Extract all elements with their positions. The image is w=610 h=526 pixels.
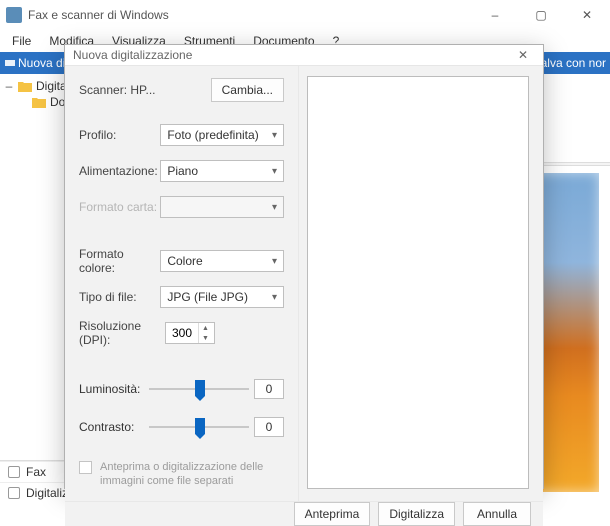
expander-icon[interactable]: –	[4, 79, 14, 93]
tab-label: Fax	[26, 465, 46, 479]
scan-preview-box[interactable]	[307, 76, 529, 489]
dpi-label: Risoluzione (DPI):	[79, 319, 165, 347]
menu-file[interactable]: File	[4, 32, 39, 50]
brightness-label: Luminosità:	[79, 382, 149, 396]
maximize-button[interactable]: ▢	[518, 0, 564, 30]
brightness-slider[interactable]	[149, 379, 249, 399]
spinner-down-icon[interactable]: ▼	[199, 333, 212, 343]
source-label: Alimentazione:	[79, 164, 160, 178]
separate-files-label: Anteprima o digitalizzazione delle immag…	[100, 460, 284, 489]
spinner-up-icon[interactable]: ▲	[199, 323, 212, 333]
paper-label: Formato carta:	[79, 200, 160, 214]
color-format-label: Formato colore:	[79, 247, 160, 275]
profile-combo[interactable]: Foto (predefinita) ▾	[160, 124, 284, 146]
folder-icon	[18, 80, 32, 92]
slider-thumb-icon[interactable]	[195, 380, 205, 396]
filetype-combo[interactable]: JPG (File JPG) ▾	[160, 286, 284, 308]
scanner-label: Scanner: HP...	[79, 83, 156, 97]
source-value: Piano	[167, 164, 198, 178]
app-icon	[6, 7, 22, 23]
dpi-spinner[interactable]: ▲ ▼	[165, 322, 215, 344]
cancel-button[interactable]: Annulla	[463, 502, 531, 526]
contrast-value[interactable]: 0	[254, 417, 284, 437]
preview-button[interactable]: Anteprima	[294, 502, 371, 526]
change-scanner-button[interactable]: Cambia...	[211, 78, 284, 102]
dialog-title: Nuova digitalizzazione	[73, 48, 192, 62]
source-combo[interactable]: Piano ▾	[160, 160, 284, 182]
paper-combo: ▾	[160, 196, 284, 218]
separate-files-checkbox	[79, 461, 92, 474]
filetype-value: JPG (File JPG)	[167, 290, 248, 304]
color-format-value: Colore	[167, 254, 202, 268]
chevron-down-icon: ▾	[272, 166, 277, 177]
window-titlebar: Fax e scanner di Windows – ▢ ✕	[0, 0, 610, 30]
minimize-button[interactable]: –	[472, 0, 518, 30]
scan-icon	[8, 487, 20, 499]
window-title: Fax e scanner di Windows	[28, 8, 472, 22]
close-button[interactable]: ✕	[564, 0, 610, 30]
scan-button[interactable]: Digitalizza	[378, 502, 455, 526]
profile-label: Profilo:	[79, 128, 160, 142]
chevron-down-icon: ▾	[272, 292, 277, 303]
folder-icon	[32, 96, 46, 108]
scanner-icon	[4, 57, 16, 69]
dpi-input[interactable]	[166, 326, 198, 340]
dialog-preview-panel	[299, 66, 543, 501]
dialog-titlebar: Nuova digitalizzazione ✕	[65, 45, 543, 66]
contrast-slider[interactable]	[149, 417, 249, 437]
slider-thumb-icon[interactable]	[195, 418, 205, 434]
brightness-value[interactable]: 0	[254, 379, 284, 399]
color-format-combo[interactable]: Colore ▾	[160, 250, 284, 272]
chevron-down-icon: ▾	[272, 256, 277, 267]
contrast-label: Contrasto:	[79, 420, 149, 434]
chevron-down-icon: ▾	[272, 202, 277, 213]
dialog-close-button[interactable]: ✕	[511, 45, 535, 65]
dialog-footer: Anteprima Digitalizza Annulla	[65, 501, 543, 526]
fax-icon	[8, 466, 20, 478]
new-scan-dialog: Nuova digitalizzazione ✕ Scanner: HP... …	[64, 44, 544, 489]
chevron-down-icon: ▾	[272, 130, 277, 141]
filetype-label: Tipo di file:	[79, 290, 160, 304]
dialog-form-panel: Scanner: HP... Cambia... Profilo: Foto (…	[65, 66, 299, 501]
profile-value: Foto (predefinita)	[167, 128, 258, 142]
